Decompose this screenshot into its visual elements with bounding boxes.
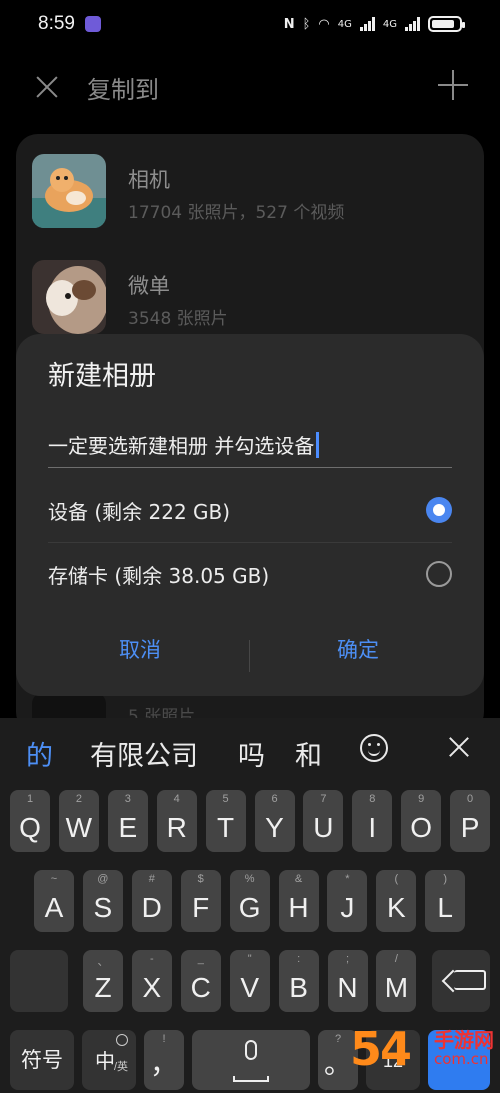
album-thumbnail (32, 154, 106, 228)
status-icons: N ᛒ ◠ 4G 4G (283, 16, 465, 32)
candidate-word[interactable]: 的 (26, 734, 53, 773)
punctuation-key[interactable]: ! ， (144, 1030, 184, 1090)
key-l[interactable]: ) L (425, 870, 466, 932)
confirm-button[interactable]: 确定 (258, 634, 458, 664)
key-w[interactable]: 2W (58, 790, 99, 852)
album-name-input[interactable]: 一定要选新建相册 并勾选设备 (48, 422, 452, 468)
album-count: 17704 张照片，527 个视频 (128, 203, 345, 223)
symbol-key[interactable]: 符号 (10, 1030, 74, 1090)
radio-selected-icon[interactable] (426, 497, 452, 523)
option-label: 存储卡 (剩余 38.05 GB) (48, 563, 270, 588)
key-z[interactable]: 、 Z (83, 950, 123, 1012)
bluetooth-icon: ᛒ (302, 16, 311, 32)
network-type-2: 4G (382, 18, 397, 30)
wifi-icon: ◠ (318, 16, 330, 32)
emoji-icon[interactable] (360, 734, 388, 762)
album-item-camera[interactable]: 相机 17704 张照片，527 个视频 (16, 134, 484, 234)
dialog-title: 新建相册 (48, 361, 156, 392)
status-bar: 8:59 N ᛒ ◠ 4G 4G (0, 0, 500, 48)
close-icon[interactable] (32, 72, 62, 102)
battery-icon (428, 16, 465, 32)
key-q[interactable]: 1Q (10, 790, 50, 852)
album-item-mirrorless[interactable]: 微单 3548 张照片 (16, 240, 484, 340)
button-divider (249, 640, 250, 672)
key-k[interactable]: (K (376, 870, 417, 932)
key-r[interactable]: 4R (156, 790, 197, 852)
language-switch-key[interactable]: 中 /英 (82, 1030, 136, 1090)
key-y[interactable]: 6Y (254, 790, 295, 852)
album-name: 相机 (128, 168, 170, 192)
page-title: 复制到 (87, 76, 159, 104)
key-p[interactable]: 0P (450, 790, 491, 852)
nfc-icon: N (283, 16, 295, 32)
key-a[interactable]: ~ A (34, 870, 74, 932)
album-thumbnail (32, 260, 106, 334)
new-album-dialog: 新建相册 一定要选新建相册 并勾选设备 设备 (剩余 222 GB) 存储卡 (… (16, 334, 484, 696)
shift-key[interactable] (10, 950, 68, 1012)
key-d[interactable]: # D (131, 870, 172, 932)
candidate-word[interactable]: 和 (295, 734, 322, 773)
key-t[interactable]: 5T (205, 790, 246, 852)
radio-unselected-icon[interactable] (426, 561, 452, 587)
key-h[interactable]: & H (278, 870, 319, 932)
key-i[interactable]: 8I (352, 790, 393, 852)
key-s[interactable]: @ S (82, 870, 123, 932)
key-c[interactable]: _ C (180, 950, 221, 1012)
candidate-word[interactable]: 有限公司 (90, 734, 198, 773)
album-name: 微单 (128, 274, 170, 298)
key-v[interactable]: " V (229, 950, 270, 1012)
top-app-bar: 复制到 (0, 58, 500, 114)
collapse-candidates-icon[interactable] (446, 734, 472, 760)
space-icon (233, 1076, 269, 1082)
key-f[interactable]: $ F (180, 870, 221, 932)
candidate-bar: 的 有限公司 吗 和 (0, 718, 500, 784)
signal-icon-1 (359, 17, 375, 31)
album-name-value: 一定要选新建相册 并勾选设备 (48, 434, 315, 458)
cancel-button[interactable]: 取消 (40, 634, 240, 664)
key-e[interactable]: 3E (107, 790, 148, 852)
album-count: 3548 张照片 (128, 309, 228, 329)
key-n[interactable]: ; N (327, 950, 368, 1012)
key-b[interactable]: :B (278, 950, 319, 1012)
clock: 8:59 (38, 13, 75, 34)
storage-option-device[interactable]: 设备 (剩余 222 GB) (48, 478, 452, 542)
add-album-icon[interactable] (438, 70, 468, 100)
option-label: 设备 (剩余 222 GB) (48, 499, 231, 524)
backspace-key[interactable] (432, 950, 490, 1012)
key-j[interactable]: * J (327, 870, 368, 932)
space-key[interactable] (192, 1030, 310, 1090)
app-notification-icon (84, 16, 101, 32)
key-x[interactable]: -X (131, 950, 172, 1012)
signal-icon-2 (405, 17, 420, 31)
watermark-logo: 54 手游网 com.cn (350, 1022, 494, 1076)
key-o[interactable]: 9O (401, 790, 442, 852)
key-m[interactable]: / M (376, 950, 417, 1012)
text-cursor (316, 431, 320, 458)
candidate-word[interactable]: 吗 (238, 734, 265, 773)
network-type-1: 4G (337, 18, 352, 30)
microphone-icon (245, 1040, 257, 1060)
storage-option-sdcard[interactable]: 存储卡 (剩余 38.05 GB) (48, 542, 452, 606)
backspace-icon (454, 970, 486, 990)
key-u[interactable]: 7U (303, 790, 344, 852)
battery-level (432, 20, 455, 28)
key-g[interactable]: % G (229, 870, 270, 932)
